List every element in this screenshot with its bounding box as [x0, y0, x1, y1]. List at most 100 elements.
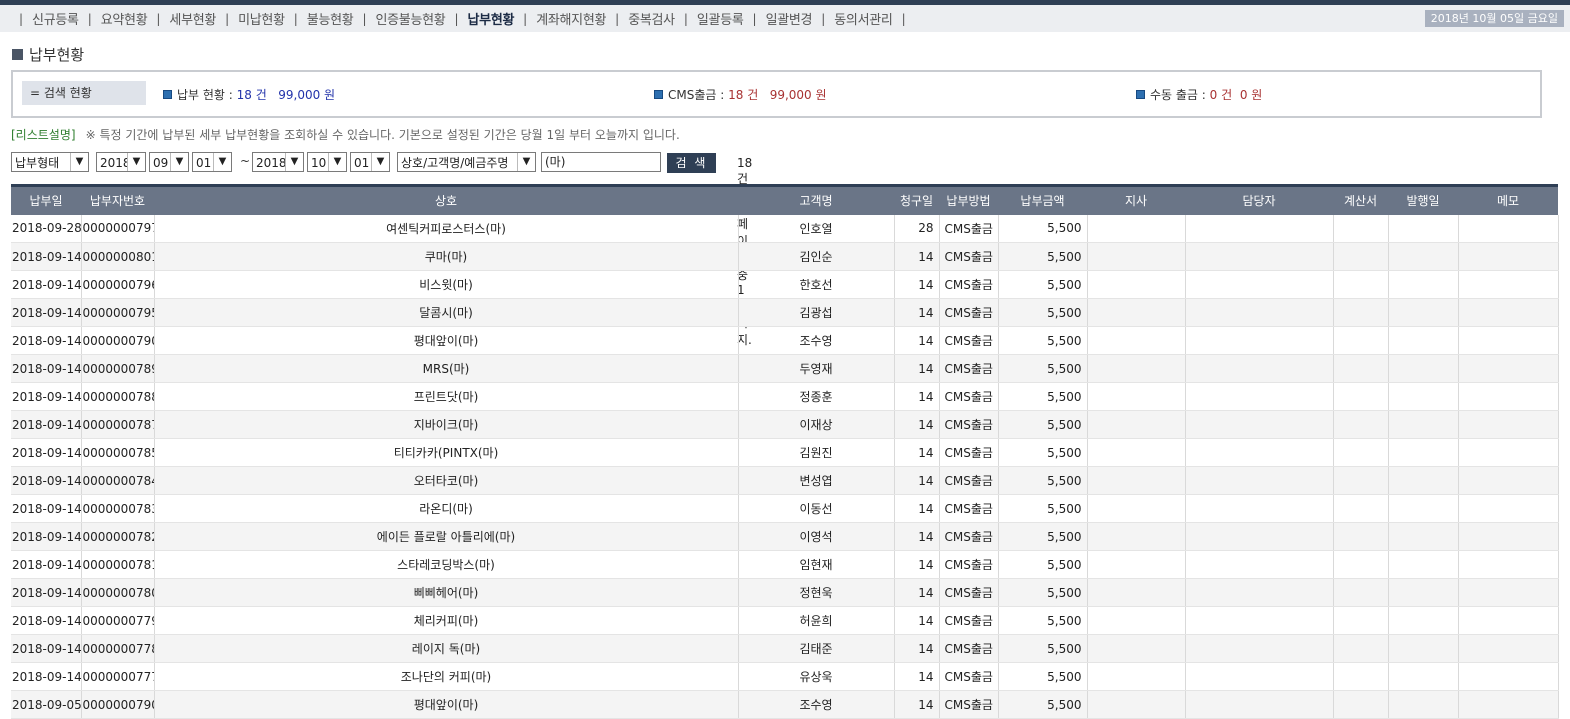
- to-month-select[interactable]: 10 ▼: [307, 152, 347, 172]
- chevron-down-icon: ▼: [285, 153, 303, 171]
- payment-method-cell: CMS출금: [939, 410, 999, 439]
- payment-amount-cell: 5,500: [998, 690, 1088, 719]
- payment-amount-cell: 5,500: [998, 662, 1088, 691]
- business-name-cell: 체리커피(마): [154, 606, 739, 635]
- nav-item-8[interactable]: 중복검사: [628, 9, 675, 28]
- memo-cell: [1458, 578, 1559, 607]
- manager-cell: [1185, 466, 1334, 495]
- payment-method-cell: CMS출금: [939, 354, 999, 383]
- column-header[interactable]: 계산서: [1333, 184, 1388, 215]
- business-name-cell: 라온디(마): [154, 494, 739, 523]
- table-row[interactable]: 2018-09-14 0000000788 프린트닷(마) 정종훈 14 CMS출금 5,5…: [11, 382, 1559, 411]
- table-row[interactable]: 2018-09-14 0000000785 티티카카(PINTX(마) 김원진 14 CM…: [11, 438, 1559, 467]
- payment-date-cell: 2018-09-14: [11, 242, 82, 271]
- customer-name-cell: 허윤희: [738, 606, 895, 635]
- payer-number-cell: 0000000785: [81, 438, 155, 467]
- payment-type-select[interactable]: 납부형태 ▼: [11, 152, 89, 172]
- customer-name-cell: 한호선: [738, 270, 895, 299]
- nav-separator: |: [683, 11, 688, 26]
- chevron-down-icon: ▼: [371, 153, 389, 171]
- to-day-select[interactable]: 01 ▼: [350, 152, 390, 172]
- table-row[interactable]: 2018-09-14 0000000789 MRS(마) 두영재 14 CMS출금 5,50…: [11, 354, 1559, 383]
- column-header[interactable]: 발행일: [1388, 184, 1458, 215]
- column-header[interactable]: 메모: [1458, 184, 1558, 215]
- column-header[interactable]: 납부방법: [939, 184, 998, 215]
- branch-cell: [1087, 410, 1186, 439]
- manager-cell: [1185, 494, 1334, 523]
- from-day-select[interactable]: 01 ▼: [192, 152, 232, 172]
- invoice-cell: [1333, 494, 1389, 523]
- keyword-input[interactable]: (마): [541, 152, 661, 172]
- table-row[interactable]: 2018-09-14 0000000778 레이지 독(마) 김태준 14 CMS출금 5,…: [11, 634, 1559, 663]
- from-month-select[interactable]: 09 ▼: [149, 152, 189, 172]
- list-description-text: ※ 특정 기간에 납부된 세부 납부현황을 조회하실 수 있습니다. 기본으로 …: [85, 128, 680, 142]
- table-row[interactable]: 2018-09-14 0000000780 삐삐헤어(마) 정현욱 14 CMS출금 5,5…: [11, 578, 1559, 607]
- manual-status-count: 0 건: [1209, 88, 1233, 102]
- customer-name-cell: 김광섭: [738, 298, 895, 327]
- range-tilde: ~: [240, 154, 251, 168]
- payer-number-cell: 0000000780: [81, 578, 155, 607]
- nav-item-0[interactable]: 신규등록: [32, 9, 79, 28]
- table-row[interactable]: 2018-09-14 0000000795 달콤시(마) 김광섭 14 CMS출금 5,50…: [11, 298, 1559, 327]
- nav-item-4[interactable]: 불능현황: [307, 9, 354, 28]
- table-row[interactable]: 2018-09-14 0000000787 지바이크(마) 이재상 14 CMS출금 5,5…: [11, 410, 1559, 439]
- to-year-select[interactable]: 2018 ▼: [252, 152, 304, 172]
- column-header[interactable]: 담당자: [1185, 184, 1333, 215]
- payment-date-cell: 2018-09-14: [11, 270, 82, 299]
- business-name-cell: 평대앞이(마): [154, 690, 739, 719]
- nav-item-2[interactable]: 세부현황: [169, 9, 216, 28]
- payer-number-cell: 0000000790: [81, 326, 155, 355]
- issue-date-cell: [1388, 354, 1459, 383]
- to-day-value: 01: [354, 156, 370, 170]
- payment-amount-cell: 5,500: [998, 382, 1088, 411]
- nav-item-5[interactable]: 인증불능현황: [375, 9, 445, 28]
- customer-name-cell: 정종훈: [738, 382, 895, 411]
- nav-item-9[interactable]: 일괄등록: [697, 9, 744, 28]
- column-header[interactable]: 상호: [154, 184, 738, 215]
- memo-cell: [1458, 270, 1559, 299]
- column-header[interactable]: 고객명: [738, 184, 894, 215]
- table-row[interactable]: 2018-09-14 0000000779 체리커피(마) 허윤희 14 CMS출금 5,5…: [11, 606, 1559, 635]
- table-row[interactable]: 2018-09-14 0000000796 비스윗(마) 한호선 14 CMS출금 5,50…: [11, 270, 1559, 299]
- table-row[interactable]: 2018-09-28 0000000797 여센틱커피로스터스(마) 인호열 28 CMS…: [11, 214, 1559, 243]
- nav-item-1[interactable]: 요약현황: [101, 9, 148, 28]
- from-year-select[interactable]: 2018 ▼: [96, 152, 146, 172]
- search-button[interactable]: 검 색: [667, 153, 716, 173]
- nav-item-6[interactable]: 납부현황: [468, 9, 515, 28]
- nav-item-3[interactable]: 미납현황: [238, 9, 285, 28]
- current-date: 2018년 10월 05일 금요일: [1424, 10, 1564, 27]
- search-field-select[interactable]: 상호/고객명/예금주명 ▼: [397, 152, 536, 172]
- business-name-cell: 에이든 플로랄 아틀리에(마): [154, 522, 739, 551]
- nav-item-11[interactable]: 동의서관리: [834, 9, 893, 28]
- payer-number-cell: 0000000777: [81, 662, 155, 691]
- table-row[interactable]: 2018-09-14 0000000784 오터타코(마) 변성엽 14 CMS출금 5,5…: [11, 466, 1559, 495]
- payer-number-cell: 0000000796: [81, 270, 155, 299]
- payer-number-cell: 0000000787: [81, 410, 155, 439]
- table-row[interactable]: 2018-09-14 0000000782 에이든 플로랄 아틀리에(마) 이영석 14…: [11, 522, 1559, 551]
- table-row[interactable]: 2018-09-14 0000000781 스타레코딩박스(마) 임현재 14 CMS출금…: [11, 550, 1559, 579]
- column-header[interactable]: 납부일: [11, 184, 81, 215]
- nav-separator: |: [19, 11, 24, 26]
- branch-cell: [1087, 214, 1186, 243]
- payment-date-cell: 2018-09-14: [11, 410, 82, 439]
- payment-method-cell: CMS출금: [939, 438, 999, 467]
- table-row[interactable]: 2018-09-14 0000000790 평대앞이(마) 조수영 14 CMS출금 5,5…: [11, 326, 1559, 355]
- table-row[interactable]: 2018-09-14 0000000777 조나단의 커피(마) 유상욱 14 CMS출금…: [11, 662, 1559, 691]
- column-header[interactable]: 납부자번호: [81, 184, 154, 215]
- nav-item-10[interactable]: 일괄변경: [766, 9, 813, 28]
- invoice-cell: [1333, 550, 1389, 579]
- column-header[interactable]: 지사: [1087, 184, 1185, 215]
- column-header[interactable]: 청구일: [894, 184, 939, 215]
- customer-name-cell: 조수영: [738, 326, 895, 355]
- chevron-down-icon: ▼: [213, 153, 231, 171]
- nav-item-7[interactable]: 계좌해지현황: [536, 9, 606, 28]
- payment-method-cell: CMS출금: [939, 298, 999, 327]
- payer-number-cell: 0000000797: [81, 214, 155, 243]
- column-header[interactable]: 납부금액: [998, 184, 1087, 215]
- table-row[interactable]: 2018-09-14 0000000801 쿠마(마) 김인순 14 CMS출금 5,500: [11, 242, 1559, 271]
- manager-cell: [1185, 662, 1334, 691]
- table-row[interactable]: 2018-09-14 0000000783 라온디(마) 이동선 14 CMS출금 5,50…: [11, 494, 1559, 523]
- table-row[interactable]: 2018-09-05 0000000790 평대앞이(마) 조수영 14 CMS출금 5,5…: [11, 690, 1559, 719]
- business-name-cell: 비스윗(마): [154, 270, 739, 299]
- memo-cell: [1458, 298, 1559, 327]
